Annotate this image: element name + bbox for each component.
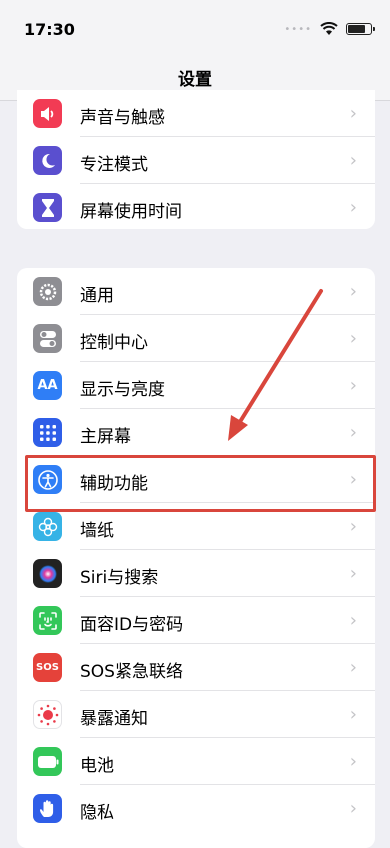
row-label: 主屏幕 <box>80 427 131 447</box>
chevron-right-icon: › <box>349 563 357 584</box>
row-label: 屏幕使用时间 <box>80 202 182 222</box>
row-label: 隐私 <box>80 803 114 823</box>
battery-icon <box>33 747 62 776</box>
chevron-right-icon: › <box>349 281 357 302</box>
settings-row-faceid[interactable]: 面容ID与密码 › <box>17 597 375 644</box>
row-label: 面容ID与密码 <box>80 615 184 635</box>
row-label: 声音与触感 <box>80 108 165 128</box>
gear-icon <box>33 277 62 306</box>
settings-row-control-center[interactable]: 控制中心 › <box>17 315 375 362</box>
sos-icon: SOS <box>33 653 62 682</box>
grid-icon <box>33 418 62 447</box>
toggles-icon <box>33 324 62 353</box>
settings-row-exposure[interactable]: 暴露通知 › <box>17 691 375 738</box>
speaker-icon <box>33 99 62 128</box>
settings-row-siri[interactable]: Siri与搜索 › <box>17 550 375 597</box>
chevron-right-icon: › <box>349 798 357 819</box>
row-label: 通用 <box>80 286 114 306</box>
flower-icon <box>33 512 62 541</box>
faceid-icon <box>33 606 62 635</box>
row-label: 专注模式 <box>80 155 148 175</box>
chevron-right-icon: › <box>349 150 357 171</box>
siri-icon <box>33 559 62 588</box>
row-label: 显示与亮度 <box>80 380 165 400</box>
row-label: 暴露通知 <box>80 709 148 729</box>
chevron-right-icon: › <box>349 704 357 725</box>
text-size-icon: AA <box>33 371 62 400</box>
settings-group-2: 通用 › 控制中心 › AA 显示与亮度 › 主屏幕 › 辅助功能 › 墙纸 ›… <box>17 268 375 848</box>
settings-row-display[interactable]: AA 显示与亮度 › <box>17 362 375 409</box>
settings-row-privacy[interactable]: 隐私 › <box>17 785 375 832</box>
settings-row-general[interactable]: 通用 › <box>17 268 375 315</box>
highlight-box <box>25 455 376 512</box>
settings-row-sos[interactable]: SOS SOS紧急联络 › <box>17 644 375 691</box>
row-label: Siri与搜索 <box>80 568 159 588</box>
settings-row-sounds[interactable]: 声音与触感 › <box>17 90 375 137</box>
moon-icon <box>33 146 62 175</box>
hourglass-icon <box>33 193 62 222</box>
hand-icon <box>33 794 62 823</box>
chevron-right-icon: › <box>349 610 357 631</box>
wifi-icon <box>320 22 338 35</box>
settings-row-battery[interactable]: 电池 › <box>17 738 375 785</box>
settings-row-focus[interactable]: 专注模式 › <box>17 137 375 184</box>
status-bar: 17:30 •••• <box>0 0 390 55</box>
chevron-right-icon: › <box>349 197 357 218</box>
chevron-right-icon: › <box>349 751 357 772</box>
row-label: 控制中心 <box>80 333 148 353</box>
status-time: 17:30 <box>24 20 75 39</box>
chevron-right-icon: › <box>349 516 357 537</box>
signal-dots-icon: •••• <box>284 23 312 35</box>
chevron-right-icon: › <box>349 103 357 124</box>
row-label: 电池 <box>80 756 114 776</box>
chevron-right-icon: › <box>349 375 357 396</box>
page-title: 设置 <box>178 70 212 90</box>
row-label: 墙纸 <box>80 521 114 541</box>
battery-status-icon <box>346 23 375 35</box>
row-label: SOS紧急联络 <box>80 662 183 682</box>
settings-row-home-screen[interactable]: 主屏幕 › <box>17 409 375 456</box>
chevron-right-icon: › <box>349 657 357 678</box>
status-icons: •••• <box>284 22 375 36</box>
exposure-icon <box>33 700 62 729</box>
chevron-right-icon: › <box>349 328 357 349</box>
settings-group-1: 声音与触感 › 专注模式 › 屏幕使用时间 › <box>17 90 375 229</box>
chevron-right-icon: › <box>349 422 357 443</box>
settings-row-screen-time[interactable]: 屏幕使用时间 › <box>17 184 375 229</box>
